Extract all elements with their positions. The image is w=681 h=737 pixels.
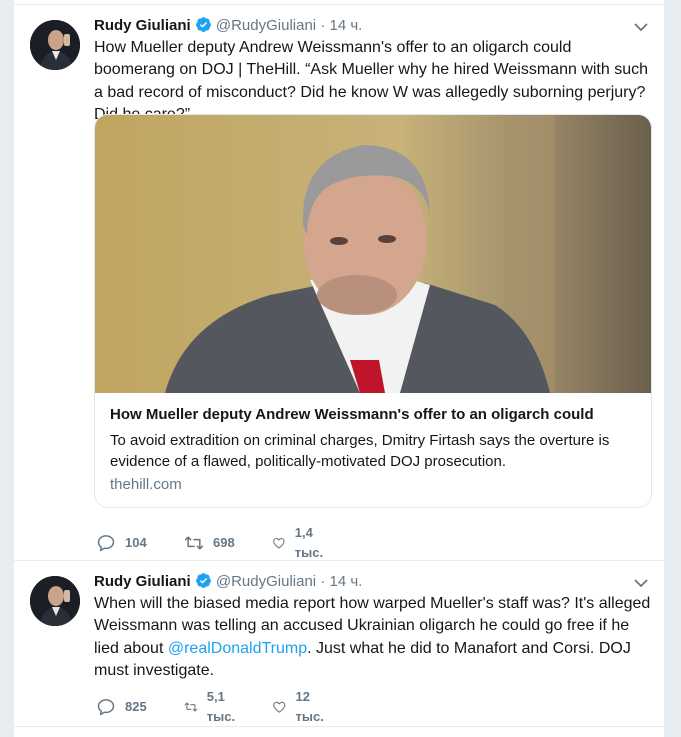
like-icon <box>273 701 286 713</box>
tweet-header: Rudy Giuliani @RudyGiuliani · 14 ч. <box>94 572 362 592</box>
retweet-button[interactable]: 5,1 тыс. <box>184 689 241 724</box>
tweet-timestamp[interactable]: 14 ч. <box>329 17 362 34</box>
card-domain: thehill.com <box>110 476 182 493</box>
avatar[interactable] <box>30 20 80 70</box>
avatar[interactable] <box>30 576 80 626</box>
author-name[interactable]: Rudy Giuliani <box>94 17 191 34</box>
author-handle[interactable]: @RudyGiuliani <box>216 17 316 34</box>
reply-icon <box>97 699 115 716</box>
like-count: 12 тыс. <box>295 689 324 724</box>
like-count: 1,4 тыс. <box>294 525 324 560</box>
like-button[interactable]: 1,4 тыс. <box>272 525 329 560</box>
reply-button[interactable]: 104 <box>96 531 147 555</box>
tweet-text: When will the biased media report how wa… <box>94 593 654 683</box>
timeline: Rudy Giuliani @RudyGiuliani · 14 ч. How … <box>14 0 664 737</box>
verified-badge-icon <box>195 573 211 588</box>
card-title: How Mueller deputy Andrew Weissmann's of… <box>110 406 594 423</box>
reply-count: 825 <box>125 699 147 714</box>
retweet-icon <box>184 702 198 712</box>
card-image <box>95 115 651 393</box>
tweet-header: Rudy Giuliani @RudyGiuliani · 14 ч. <box>94 16 362 36</box>
link-card[interactable]: How Mueller deputy Andrew Weissmann's of… <box>94 114 652 508</box>
retweet-button[interactable]: 698 <box>184 531 235 555</box>
verified-badge-icon <box>195 17 211 32</box>
mention-link[interactable]: @realDonaldTrump <box>168 640 307 657</box>
caret-down-icon[interactable] <box>632 18 650 36</box>
separator-dot: · <box>320 17 326 34</box>
retweet-count: 698 <box>213 535 235 550</box>
retweet-icon <box>184 536 204 550</box>
tweet[interactable]: Rudy Giuliani @RudyGiuliani · 14 ч. When… <box>14 560 664 727</box>
tweet-timestamp[interactable]: 14 ч. <box>329 573 362 590</box>
reply-count: 104 <box>125 535 147 550</box>
author-name[interactable]: Rudy Giuliani <box>94 573 191 590</box>
separator-dot: · <box>320 573 326 590</box>
retweet-count: 5,1 тыс. <box>206 689 236 724</box>
card-description: To avoid extradition on criminal charges… <box>110 432 610 470</box>
reply-icon <box>97 535 115 552</box>
author-handle[interactable]: @RudyGiuliani <box>216 573 316 590</box>
like-button[interactable]: 12 тыс. <box>272 689 329 724</box>
like-icon <box>273 537 285 549</box>
caret-down-icon[interactable] <box>632 574 650 592</box>
tweet[interactable]: Rudy Giuliani @RudyGiuliani · 14 ч. How … <box>14 4 664 561</box>
reply-button[interactable]: 825 <box>96 695 147 719</box>
